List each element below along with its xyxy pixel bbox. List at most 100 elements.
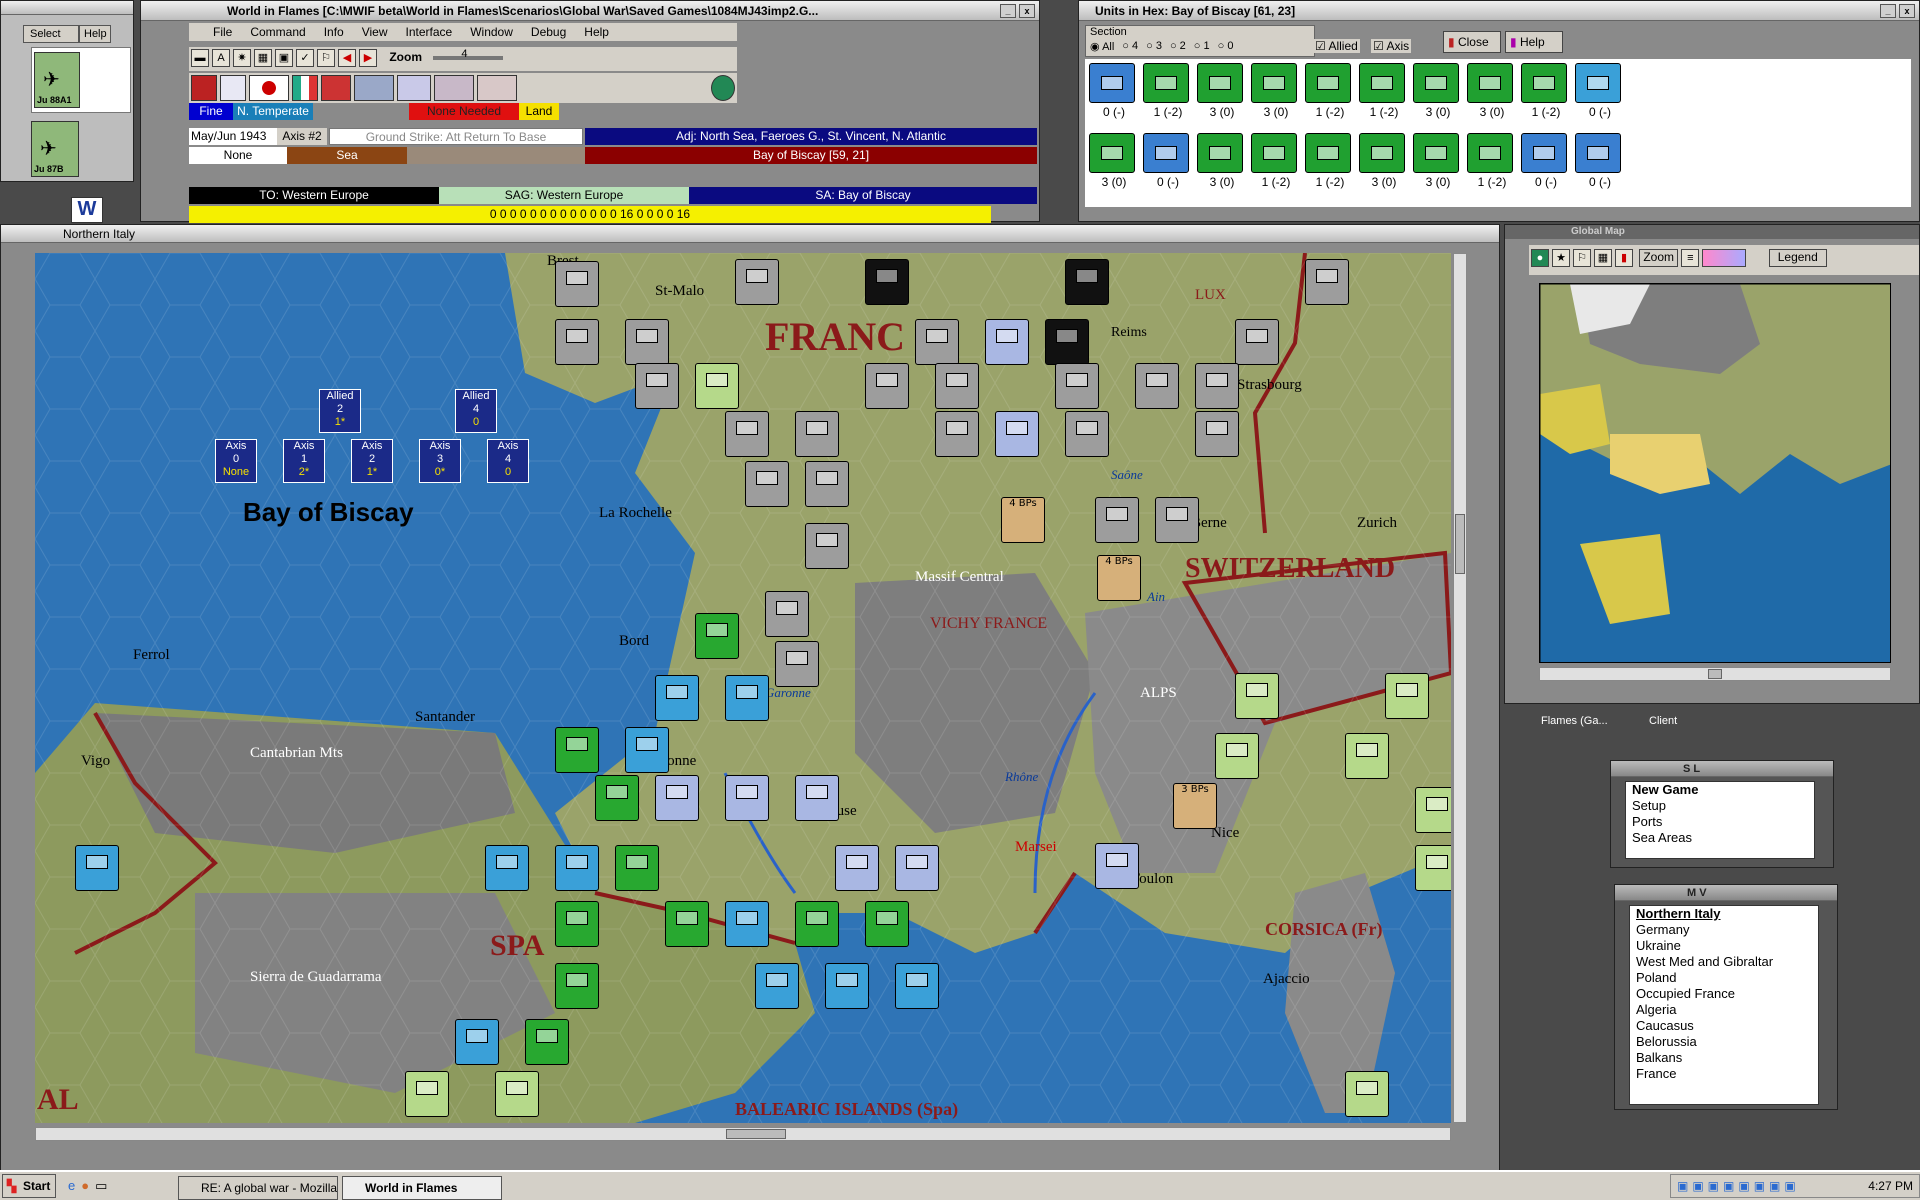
map-unit-counter[interactable] bbox=[805, 523, 849, 569]
filter-all[interactable]: ◉ All bbox=[1090, 40, 1114, 53]
map-unit-counter[interactable] bbox=[985, 319, 1029, 365]
map-unit-counter[interactable] bbox=[725, 675, 769, 721]
hex-map[interactable]: FRANC SWITZERLAND SPA AL CORSICA (Fr) BA… bbox=[35, 253, 1451, 1123]
task-mozilla[interactable]: RE: A global war - Mozilla ... bbox=[178, 1176, 338, 1200]
map-unit-counter[interactable] bbox=[1415, 845, 1451, 891]
production-bps-1[interactable]: 4 BPs bbox=[1001, 497, 1045, 543]
sl-item-new-game[interactable]: New Game bbox=[1626, 782, 1814, 798]
font-icon[interactable]: A bbox=[212, 49, 230, 67]
axis-roundel-icon[interactable]: ● bbox=[1531, 249, 1549, 267]
france-flag-icon[interactable] bbox=[397, 75, 431, 101]
map-unit-counter[interactable] bbox=[1235, 319, 1279, 365]
map-unit-counter[interactable] bbox=[725, 411, 769, 457]
germany-flag-icon[interactable] bbox=[191, 75, 217, 101]
map-unit-counter[interactable] bbox=[1385, 673, 1429, 719]
hex-unit-counter[interactable] bbox=[1467, 63, 1513, 103]
minimize-button[interactable]: _ bbox=[1000, 3, 1016, 18]
desktop-icon[interactable]: ▭ bbox=[95, 1178, 113, 1193]
hex-unit-counter[interactable] bbox=[1521, 133, 1567, 173]
hex-unit-counter[interactable] bbox=[1143, 63, 1189, 103]
map-unit-counter[interactable] bbox=[1195, 411, 1239, 457]
mv-item-ukraine[interactable]: Ukraine bbox=[1630, 938, 1818, 954]
sl-item-setup[interactable]: Setup bbox=[1626, 798, 1814, 814]
legend-button[interactable]: Legend bbox=[1768, 249, 1827, 267]
map-unit-counter[interactable] bbox=[1095, 843, 1139, 889]
map-unit-counter[interactable] bbox=[455, 1019, 499, 1065]
map-unit-counter[interactable] bbox=[555, 319, 599, 365]
map-unit-counter[interactable] bbox=[695, 363, 739, 409]
map-unit-counter[interactable] bbox=[995, 411, 1039, 457]
units-help-button[interactable]: ▮ Help bbox=[1505, 31, 1563, 53]
map-scrollbar-horizontal[interactable] bbox=[35, 1127, 1451, 1141]
allied-checkbox[interactable]: ☑ Allied bbox=[1313, 39, 1360, 53]
hex-unit-counter[interactable] bbox=[1089, 63, 1135, 103]
close-button[interactable]: x bbox=[1899, 3, 1915, 18]
scroll-thumb[interactable] bbox=[726, 1129, 786, 1139]
filter-1[interactable]: ○ 1 bbox=[1194, 40, 1210, 53]
map-unit-counter[interactable] bbox=[595, 775, 639, 821]
map-unit-counter[interactable] bbox=[1155, 497, 1199, 543]
map-unit-counter[interactable] bbox=[935, 363, 979, 409]
map-unit-counter[interactable] bbox=[1045, 319, 1089, 365]
hex-unit-counter[interactable] bbox=[1305, 63, 1351, 103]
axis-roundel-icon[interactable] bbox=[711, 75, 735, 101]
map-unit-counter[interactable] bbox=[625, 727, 669, 773]
map-unit-counter[interactable] bbox=[935, 411, 979, 457]
minimap-scrollbar[interactable] bbox=[1539, 667, 1891, 681]
mv-item-occupied-france[interactable]: Occupied France bbox=[1630, 986, 1818, 1002]
map-unit-counter[interactable] bbox=[1195, 363, 1239, 409]
menu-interface[interactable]: Interface bbox=[406, 25, 453, 39]
menu-help[interactable]: Help bbox=[584, 25, 609, 39]
tray-icons[interactable]: ▣▣▣▣▣▣▣▣ bbox=[1671, 1179, 1800, 1193]
map-unit-counter[interactable] bbox=[865, 259, 909, 305]
map-unit-counter[interactable] bbox=[405, 1071, 449, 1117]
railway-icon[interactable]: ≡ bbox=[1681, 249, 1700, 267]
hex-unit-counter[interactable] bbox=[1143, 133, 1189, 173]
mv-item-northern-italy[interactable]: Northern Italy bbox=[1630, 906, 1818, 922]
star-icon[interactable]: ★ bbox=[1552, 249, 1570, 267]
map-unit-counter[interactable] bbox=[745, 461, 789, 507]
zoom-slider[interactable]: 4 bbox=[433, 48, 504, 60]
map-unit-counter[interactable] bbox=[495, 1071, 539, 1117]
mv-item-west-med[interactable]: West Med and Gibraltar bbox=[1630, 954, 1818, 970]
japan-flag-icon[interactable] bbox=[249, 75, 289, 101]
britain-flag-icon[interactable] bbox=[354, 75, 394, 101]
map-unit-counter[interactable] bbox=[1065, 411, 1109, 457]
menu-view[interactable]: View bbox=[362, 25, 388, 39]
global-map-titlebar[interactable]: Global Map bbox=[1505, 225, 1919, 239]
selected-unit-ju87[interactable]: ✈ Ju 87B bbox=[31, 121, 79, 177]
hex-unit-counter[interactable] bbox=[1413, 133, 1459, 173]
flag-icon[interactable]: ⚐ bbox=[317, 49, 335, 67]
map-icon[interactable]: ▦ bbox=[1594, 249, 1612, 267]
firefox-icon[interactable]: ● bbox=[81, 1178, 95, 1193]
hex-unit-counter[interactable] bbox=[1413, 63, 1459, 103]
filter-3[interactable]: ○ 3 bbox=[1146, 40, 1162, 53]
map-unit-counter[interactable] bbox=[795, 775, 839, 821]
hex-unit-counter[interactable] bbox=[1467, 133, 1513, 173]
mv-item-caucasus[interactable]: Caucasus bbox=[1630, 1018, 1818, 1034]
mv-item-france[interactable]: France bbox=[1630, 1066, 1818, 1082]
map-unit-counter[interactable] bbox=[555, 261, 599, 307]
flag-icon[interactable]: ⚐ bbox=[1573, 249, 1591, 267]
sl-panel-titlebar[interactable]: S L bbox=[1611, 761, 1833, 777]
map-unit-counter[interactable] bbox=[915, 319, 959, 365]
map-unit-counter[interactable] bbox=[795, 901, 839, 947]
start-button[interactable]: ▚ Start bbox=[2, 1174, 56, 1198]
map-unit-counter[interactable] bbox=[1055, 363, 1099, 409]
map-unit-counter[interactable] bbox=[725, 775, 769, 821]
mv-item-belorussia[interactable]: Belorussia bbox=[1630, 1034, 1818, 1050]
map-unit-counter[interactable] bbox=[795, 411, 839, 457]
map-unit-counter[interactable] bbox=[1415, 787, 1451, 833]
map-unit-counter[interactable] bbox=[1305, 259, 1349, 305]
minimize-button[interactable]: _ bbox=[1880, 3, 1896, 18]
main-window-titlebar[interactable]: World in Flames [C:\MWIF beta\World in F… bbox=[141, 1, 1039, 21]
map-unit-counter[interactable] bbox=[555, 727, 599, 773]
select-panel-titlebar[interactable] bbox=[1, 1, 133, 15]
finland-flag-icon[interactable] bbox=[220, 75, 246, 101]
usa-flag-icon[interactable] bbox=[434, 75, 474, 101]
mv-item-germany[interactable]: Germany bbox=[1630, 922, 1818, 938]
map-unit-counter[interactable] bbox=[895, 963, 939, 1009]
hex-unit-counter[interactable] bbox=[1575, 133, 1621, 173]
map-unit-counter[interactable] bbox=[695, 613, 739, 659]
map-unit-counter[interactable] bbox=[765, 591, 809, 637]
